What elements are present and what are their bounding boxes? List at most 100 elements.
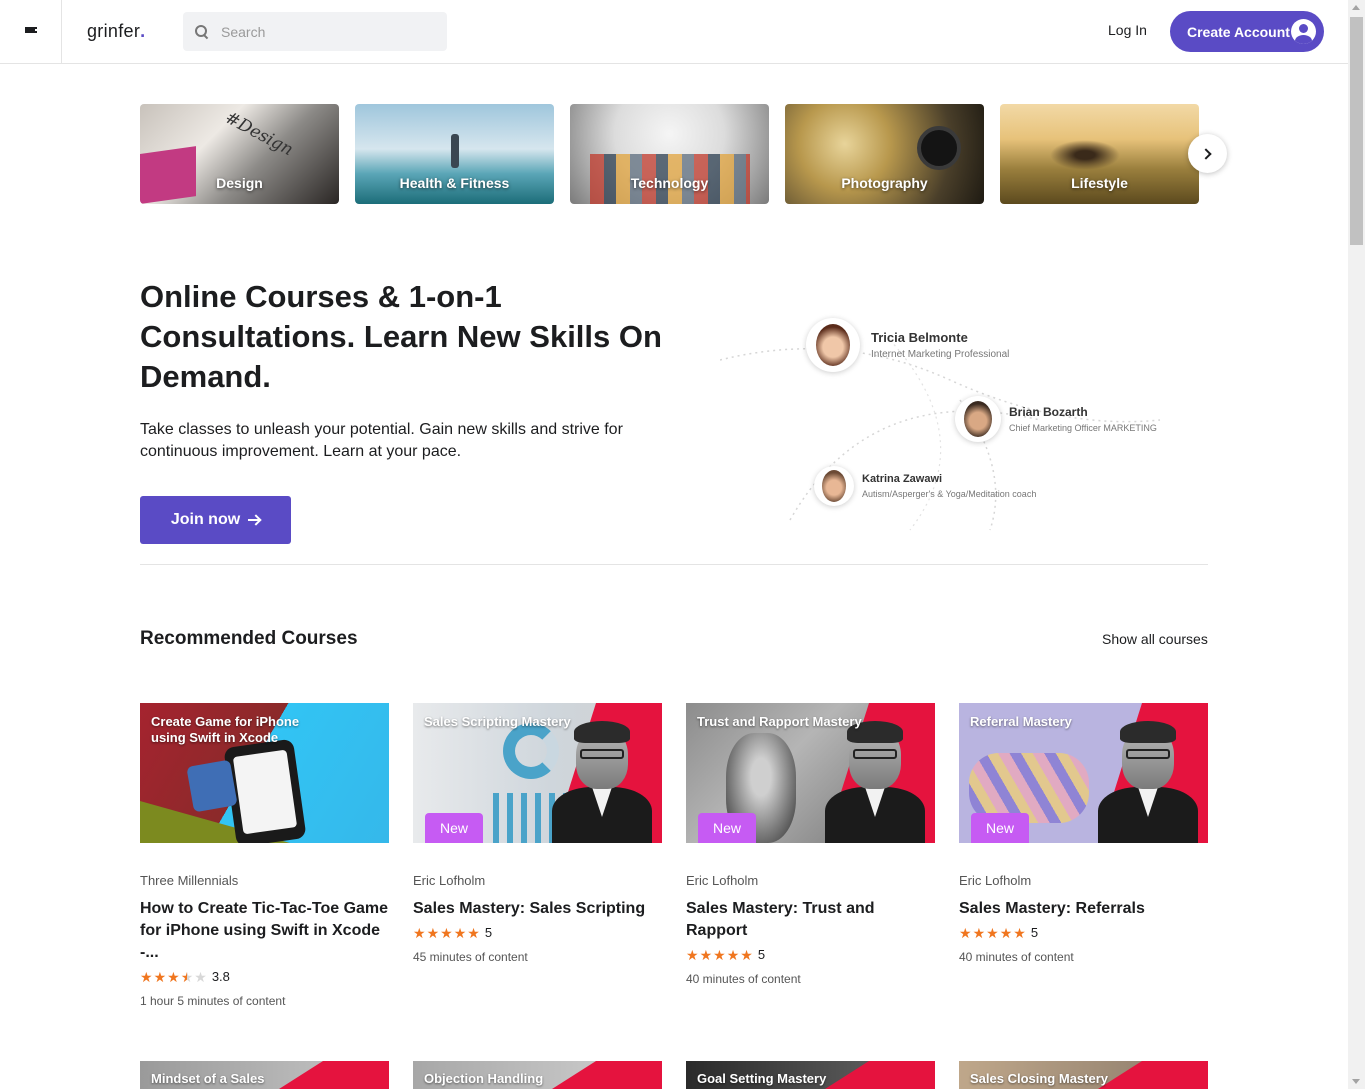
course-card[interactable]: Sales Scripting Mastery New Eric Lofholm… bbox=[413, 703, 662, 964]
hero-person: Katrina Zawawi Autism/Asperger's & Yoga/… bbox=[814, 466, 1036, 506]
star-icon: ★ bbox=[153, 968, 167, 985]
instructor-photo bbox=[552, 717, 652, 843]
arrow-right-icon bbox=[248, 514, 260, 526]
course-card[interactable]: Referral Mastery New Eric Lofholm Sales … bbox=[959, 703, 1208, 964]
course-thumbnail-title: Goal Setting Mastery bbox=[697, 1071, 827, 1086]
course-author: Eric Lofholm bbox=[959, 873, 1032, 888]
course-card[interactable]: Mindset of a Sales bbox=[140, 1061, 389, 1089]
course-thumbnail-title: Trust and Rapport Mastery bbox=[697, 714, 862, 729]
course-thumbnail-title: Mindset of a Sales bbox=[151, 1071, 265, 1086]
section-divider bbox=[140, 564, 1208, 565]
logo-text: grinfer bbox=[87, 21, 141, 41]
person-avatar bbox=[814, 466, 854, 506]
category-carousel: Design Health & Fitness Technology Photo… bbox=[140, 104, 1199, 204]
star-icon: ★ bbox=[740, 946, 753, 963]
course-author: Eric Lofholm bbox=[413, 873, 486, 888]
course-title: Sales Mastery: Trust and Rapport bbox=[686, 900, 875, 939]
star-icon: ★ bbox=[999, 924, 1013, 941]
course-rating: ★ ★ ★ ★ ★ 5 bbox=[959, 925, 1208, 940]
course-thumbnail: Sales Scripting Mastery New bbox=[413, 703, 662, 843]
star-icon: ★ bbox=[686, 946, 699, 963]
category-design[interactable]: Design bbox=[140, 104, 339, 204]
course-rating: ★ ★ ★ ★ ★ 3.8 bbox=[140, 969, 389, 984]
search-icon bbox=[195, 24, 209, 39]
course-duration: 1 hour 5 minutes of content bbox=[140, 994, 286, 1008]
course-thumbnail: Create Game for iPhone using Swift in Xc… bbox=[140, 703, 389, 843]
course-title: Sales Mastery: Sales Scripting bbox=[413, 900, 646, 917]
instructor-photo bbox=[1098, 717, 1198, 843]
rating-value: 5 bbox=[484, 925, 493, 940]
star-empty-icon: ★ bbox=[194, 968, 207, 985]
join-now-button[interactable]: Join now bbox=[140, 496, 291, 544]
course-thumbnail-title: Sales Scripting Mastery bbox=[424, 714, 571, 729]
hero-person: Tricia Belmonte Internet Marketing Profe… bbox=[806, 318, 1009, 372]
star-icon: ★ bbox=[140, 968, 153, 985]
course-thumbnail-title: Sales Closing Mastery bbox=[970, 1071, 1108, 1086]
create-account-button[interactable]: Create Account bbox=[1170, 11, 1324, 52]
menu-button[interactable] bbox=[0, 0, 62, 64]
course-rating: ★ ★ ★ ★ ★ 5 bbox=[413, 925, 662, 940]
category-label: Lifestyle bbox=[1071, 175, 1128, 191]
star-icon: ★ bbox=[713, 946, 726, 963]
course-card[interactable]: Create Game for iPhone using Swift in Xc… bbox=[140, 703, 389, 1008]
course-thumbnail-title: Referral Mastery bbox=[970, 714, 1072, 729]
course-thumbnail-title: Objection Handling bbox=[424, 1071, 544, 1086]
course-duration: 40 minutes of content bbox=[959, 950, 1074, 964]
new-badge: New bbox=[698, 813, 756, 843]
scroll-down-arrow-icon[interactable] bbox=[1352, 1079, 1360, 1084]
logo[interactable]: grinfer. bbox=[87, 21, 145, 42]
logo-dot: . bbox=[140, 21, 146, 41]
person-name: Katrina Zawawi bbox=[862, 473, 943, 485]
star-icon: ★ bbox=[453, 924, 467, 941]
show-all-courses-link[interactable]: Show all courses bbox=[1102, 631, 1208, 647]
star-icon: ★ bbox=[726, 946, 740, 963]
course-author: Three Millennials bbox=[140, 873, 239, 888]
course-title: How to Create Tic-Tac-Toe Game for iPhon… bbox=[140, 900, 389, 961]
rating-value: 5 bbox=[1030, 925, 1039, 940]
course-card[interactable]: Sales Closing Mastery bbox=[959, 1061, 1208, 1089]
recommended-courses-title: Recommended Courses bbox=[140, 628, 358, 649]
chevron-right-icon bbox=[1200, 147, 1212, 160]
person-name: Tricia Belmonte bbox=[871, 330, 968, 345]
person-role: Chief Marketing Officer MARKETING bbox=[1009, 423, 1157, 433]
join-now-label: Join now bbox=[170, 511, 241, 528]
rating-value: 5 bbox=[757, 947, 766, 962]
scroll-up-arrow-icon[interactable] bbox=[1352, 5, 1360, 10]
instructor-photo bbox=[825, 717, 925, 843]
top-navbar: grinfer. Log In Create Account bbox=[0, 0, 1348, 64]
star-icon: ★ bbox=[467, 924, 480, 941]
rating-value: 3.8 bbox=[211, 969, 230, 984]
course-thumbnail: Referral Mastery New bbox=[959, 703, 1208, 843]
category-technology[interactable]: Technology bbox=[570, 104, 769, 204]
course-thumbnail-title: Create Game for iPhone using Swift in Xc… bbox=[151, 714, 300, 745]
star-half-icon: ★ bbox=[180, 968, 194, 985]
star-icon: ★ bbox=[959, 924, 972, 941]
category-photography[interactable]: Photography bbox=[785, 104, 984, 204]
course-duration: 45 minutes of content bbox=[413, 950, 528, 964]
category-health-fitness[interactable]: Health & Fitness bbox=[355, 104, 554, 204]
search-bar bbox=[183, 12, 447, 51]
category-lifestyle[interactable]: Lifestyle bbox=[1000, 104, 1199, 204]
scrollbar-thumb[interactable] bbox=[1350, 17, 1363, 245]
hamburger-icon bbox=[24, 26, 37, 37]
star-icon: ★ bbox=[167, 968, 180, 985]
star-icon: ★ bbox=[1013, 924, 1026, 941]
carousel-next-button[interactable] bbox=[1188, 134, 1227, 173]
category-label: Health & Fitness bbox=[399, 175, 510, 191]
course-rating: ★ ★ ★ ★ ★ 5 bbox=[686, 947, 935, 962]
course-card[interactable]: Objection Handling bbox=[413, 1061, 662, 1089]
person-name: Brian Bozarth bbox=[1009, 405, 1088, 419]
hero-title: Online Courses & 1-on-1 Consultations. L… bbox=[140, 279, 662, 394]
course-title: Sales Mastery: Referrals bbox=[959, 900, 1145, 917]
course-card[interactable]: Trust and Rapport Mastery New Eric Lofho… bbox=[686, 703, 935, 986]
search-input[interactable] bbox=[221, 23, 421, 40]
course-card[interactable]: Goal Setting Mastery bbox=[686, 1061, 935, 1089]
hero-subtitle: Take classes to unleash your potential. … bbox=[140, 421, 623, 460]
category-label: Design bbox=[216, 175, 263, 191]
new-badge: New bbox=[971, 813, 1029, 843]
login-link[interactable]: Log In bbox=[1108, 22, 1147, 38]
person-avatar bbox=[955, 396, 1001, 442]
category-label: Technology bbox=[630, 175, 709, 191]
page-scrollbar[interactable] bbox=[1348, 0, 1365, 1089]
hero-person: Brian Bozarth Chief Marketing Officer MA… bbox=[955, 396, 1157, 442]
